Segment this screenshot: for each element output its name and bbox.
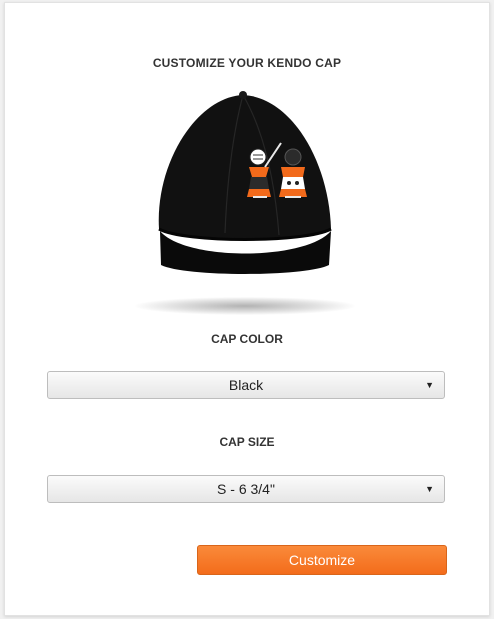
customize-button[interactable]: Customize <box>197 545 447 575</box>
cap-shadow <box>135 297 355 315</box>
cap-color-label: CAP COLOR <box>211 332 283 346</box>
cap-color-value: Black <box>228 377 264 393</box>
chevron-down-icon: ▼ <box>425 484 434 494</box>
page-title: CUSTOMIZE YOUR KENDO CAP <box>152 56 342 70</box>
chevron-down-icon: ▼ <box>425 380 434 390</box>
cap-size-label: CAP SIZE <box>219 435 275 449</box>
customizer-panel: CUSTOMIZE YOUR KENDO CAP CAP COLOR Black… <box>4 2 490 616</box>
cap-color-select[interactable]: Black ▼ <box>47 371 445 399</box>
cap-preview-image <box>115 83 375 323</box>
cap-size-select[interactable]: S - 6 3/4" ▼ <box>47 475 445 503</box>
cap-size-value: S - 6 3/4" <box>217 481 275 497</box>
